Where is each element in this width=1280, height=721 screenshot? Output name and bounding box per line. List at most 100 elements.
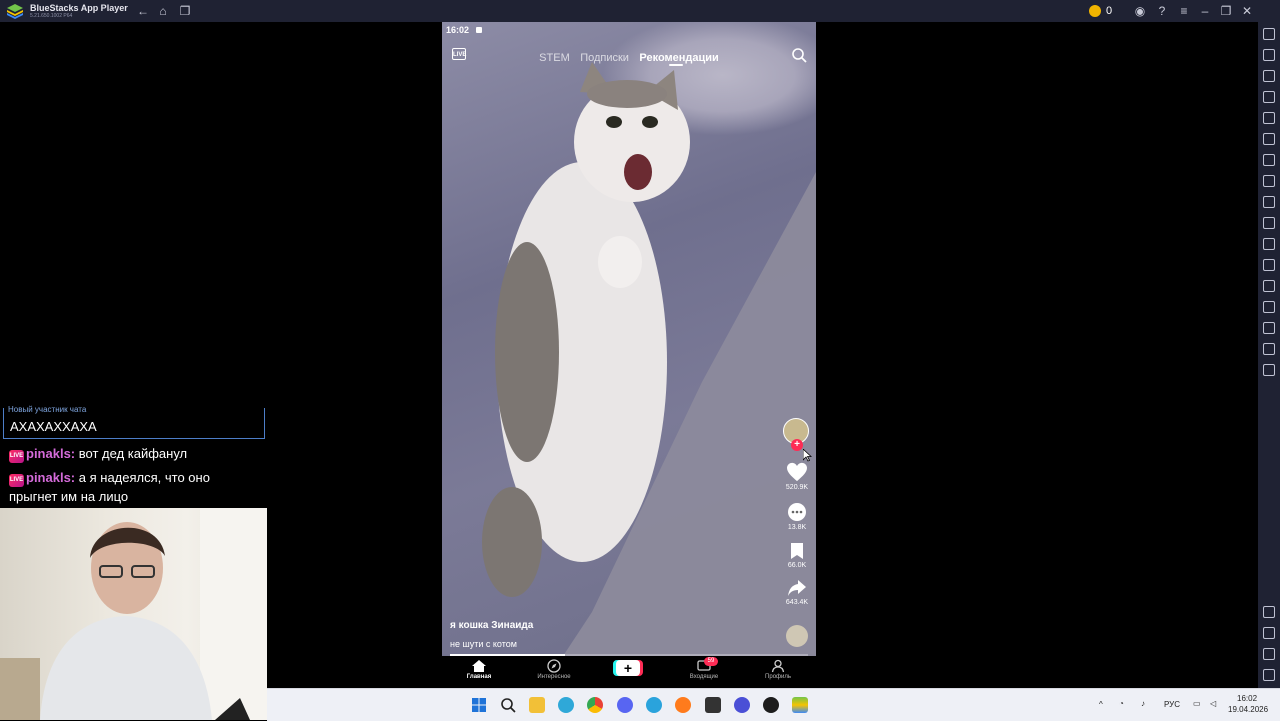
language-indicator[interactable]: РУС <box>1164 700 1180 709</box>
back-nav-icon[interactable] <box>1263 627 1275 639</box>
nav-inbox-label: Входящие <box>689 674 719 680</box>
recent-apps-icon[interactable]: ❐ <box>178 4 192 18</box>
profile-icon <box>771 659 785 673</box>
eco-icon[interactable] <box>1263 301 1275 313</box>
menu-icon[interactable]: ≡ <box>1177 4 1191 18</box>
titlebar: BlueStacks App Player 5.21.650.1002 P64 … <box>0 0 1280 22</box>
search-icon[interactable] <box>791 47 807 63</box>
caption-username[interactable]: я кошка Зинаида <box>450 620 533 631</box>
streamer-image <box>0 508 267 720</box>
music-disc-icon[interactable] <box>786 625 808 647</box>
layers-icon[interactable] <box>1263 343 1275 355</box>
tab-following[interactable]: Подписки <box>580 52 629 64</box>
window-title: BlueStacks App Player <box>30 3 128 13</box>
chrome-icon[interactable] <box>587 697 603 713</box>
nav-profile[interactable]: Профиль <box>748 656 808 680</box>
coin-count: 0 <box>1106 5 1113 17</box>
nav-home-label: Главная <box>466 674 492 680</box>
airplane-icon[interactable] <box>1263 259 1275 271</box>
search-taskbar-icon[interactable] <box>500 697 516 713</box>
nav-discover[interactable]: Интересное <box>524 656 584 680</box>
edge-icon[interactable] <box>558 697 574 713</box>
recents-nav-icon[interactable] <box>1263 669 1275 681</box>
video-frame[interactable] <box>442 22 816 688</box>
discord-icon[interactable] <box>617 697 633 713</box>
phone-screen: 16:02 LIVE STEM Подписки Рекомендации + … <box>442 22 816 688</box>
location-icon[interactable] <box>1263 322 1275 334</box>
comment-button[interactable]: 13.8K <box>782 502 812 531</box>
home-nav-icon[interactable] <box>1263 648 1275 660</box>
new-member-message: АХАХАХХАХА <box>10 419 97 434</box>
bottom-nav: Главная Интересное + Входящие 59 Профиль <box>442 656 816 688</box>
fullscreen-icon[interactable] <box>1263 28 1275 40</box>
help-icon[interactable]: ? <box>1155 4 1169 18</box>
close-icon[interactable]: ✕ <box>1240 4 1254 18</box>
share-button[interactable]: 643.4K <box>782 579 812 606</box>
chat-text: вот дед кайфанул <box>78 446 188 461</box>
volume-icon[interactable] <box>1263 49 1275 61</box>
live-badge-icon: LIVE <box>9 474 24 487</box>
file-explorer-icon[interactable] <box>529 697 545 713</box>
save-button[interactable]: 66.0K <box>782 542 812 569</box>
share-icon <box>788 580 806 596</box>
create-button[interactable]: + <box>616 660 640 676</box>
volume-tray-icon[interactable]: ◁ <box>1210 699 1216 708</box>
window-version: 5.21.650.1002 P64 <box>30 13 73 19</box>
comment-count: 13.8K <box>787 524 807 531</box>
tab-for-you[interactable]: Рекомендации <box>639 52 718 64</box>
cloud-icon[interactable] <box>1263 364 1275 376</box>
heart-icon <box>787 462 807 482</box>
screenshot-icon[interactable] <box>1263 196 1275 208</box>
home-icon <box>472 660 486 672</box>
obs-lock-icon[interactable] <box>705 697 721 713</box>
like-count: 520.9K <box>785 484 809 491</box>
tray-chevron-icon[interactable]: ^ <box>1099 700 1103 709</box>
telegram-icon[interactable] <box>646 697 662 713</box>
windows-start-icon[interactable] <box>471 697 487 713</box>
chat-username: pinakls <box>26 470 71 485</box>
side-toolbar <box>1258 22 1280 720</box>
keyboard-icon[interactable] <box>1263 91 1275 103</box>
chat-message: LIVE pinakls: а я надеялся, что оно прыгн… <box>9 470 210 504</box>
nav-profile-label: Профиль <box>765 674 791 680</box>
settings-icon[interactable] <box>1263 606 1275 618</box>
coin-icon[interactable] <box>1089 5 1101 17</box>
feed-tabs: STEM Подписки Рекомендации <box>442 48 816 66</box>
comment-icon <box>788 503 806 521</box>
follow-plus-icon[interactable]: + <box>791 439 803 451</box>
chat-message: LIVE pinakls: вот дед кайфанул <box>9 446 188 463</box>
sync-icon[interactable] <box>1263 133 1275 145</box>
apk-icon[interactable] <box>1263 70 1275 82</box>
new-member-label: Новый участник чата <box>8 405 87 414</box>
share-count: 643.4K <box>785 599 809 606</box>
bluestacks-taskbar-icon[interactable] <box>792 697 808 713</box>
media-icon[interactable] <box>1263 238 1275 250</box>
account-icon[interactable]: ◉ <box>1133 4 1147 18</box>
restore-icon[interactable]: ❐ <box>1219 4 1233 18</box>
back-icon[interactable]: ← <box>136 4 150 18</box>
obs-icon[interactable] <box>763 697 779 713</box>
home-icon[interactable]: ⌂ <box>156 4 170 18</box>
like-button[interactable]: 520.9K <box>782 462 812 491</box>
clock-time[interactable]: 16:02 <box>1237 694 1257 703</box>
inbox-badge: 59 <box>704 657 718 666</box>
network-tray-icon[interactable]: ◔ <box>1119 699 1124 708</box>
nav-home[interactable]: Главная <box>449 656 509 680</box>
firefox-icon[interactable] <box>675 697 691 713</box>
macro-icon[interactable] <box>1263 154 1275 166</box>
minimize-icon[interactable]: – <box>1198 4 1212 18</box>
notification-icon <box>476 27 482 33</box>
bookmark-icon <box>791 543 803 559</box>
mic-tray-icon[interactable]: ♪ <box>1141 699 1145 708</box>
performance-icon[interactable] <box>1263 175 1275 187</box>
chat-app-icon[interactable] <box>734 697 750 713</box>
status-time: 16:02 <box>446 25 470 35</box>
compass-icon <box>547 659 561 673</box>
display-tray-icon[interactable]: ▭ <box>1193 699 1201 708</box>
caption-text: не шути с котом <box>450 639 517 649</box>
multi-instance-icon[interactable] <box>1263 280 1275 292</box>
clock-date[interactable]: 19.04.2026 <box>1228 705 1268 714</box>
rotate-icon[interactable] <box>1263 112 1275 124</box>
record-icon[interactable] <box>1263 217 1275 229</box>
tab-stem[interactable]: STEM <box>539 52 570 64</box>
